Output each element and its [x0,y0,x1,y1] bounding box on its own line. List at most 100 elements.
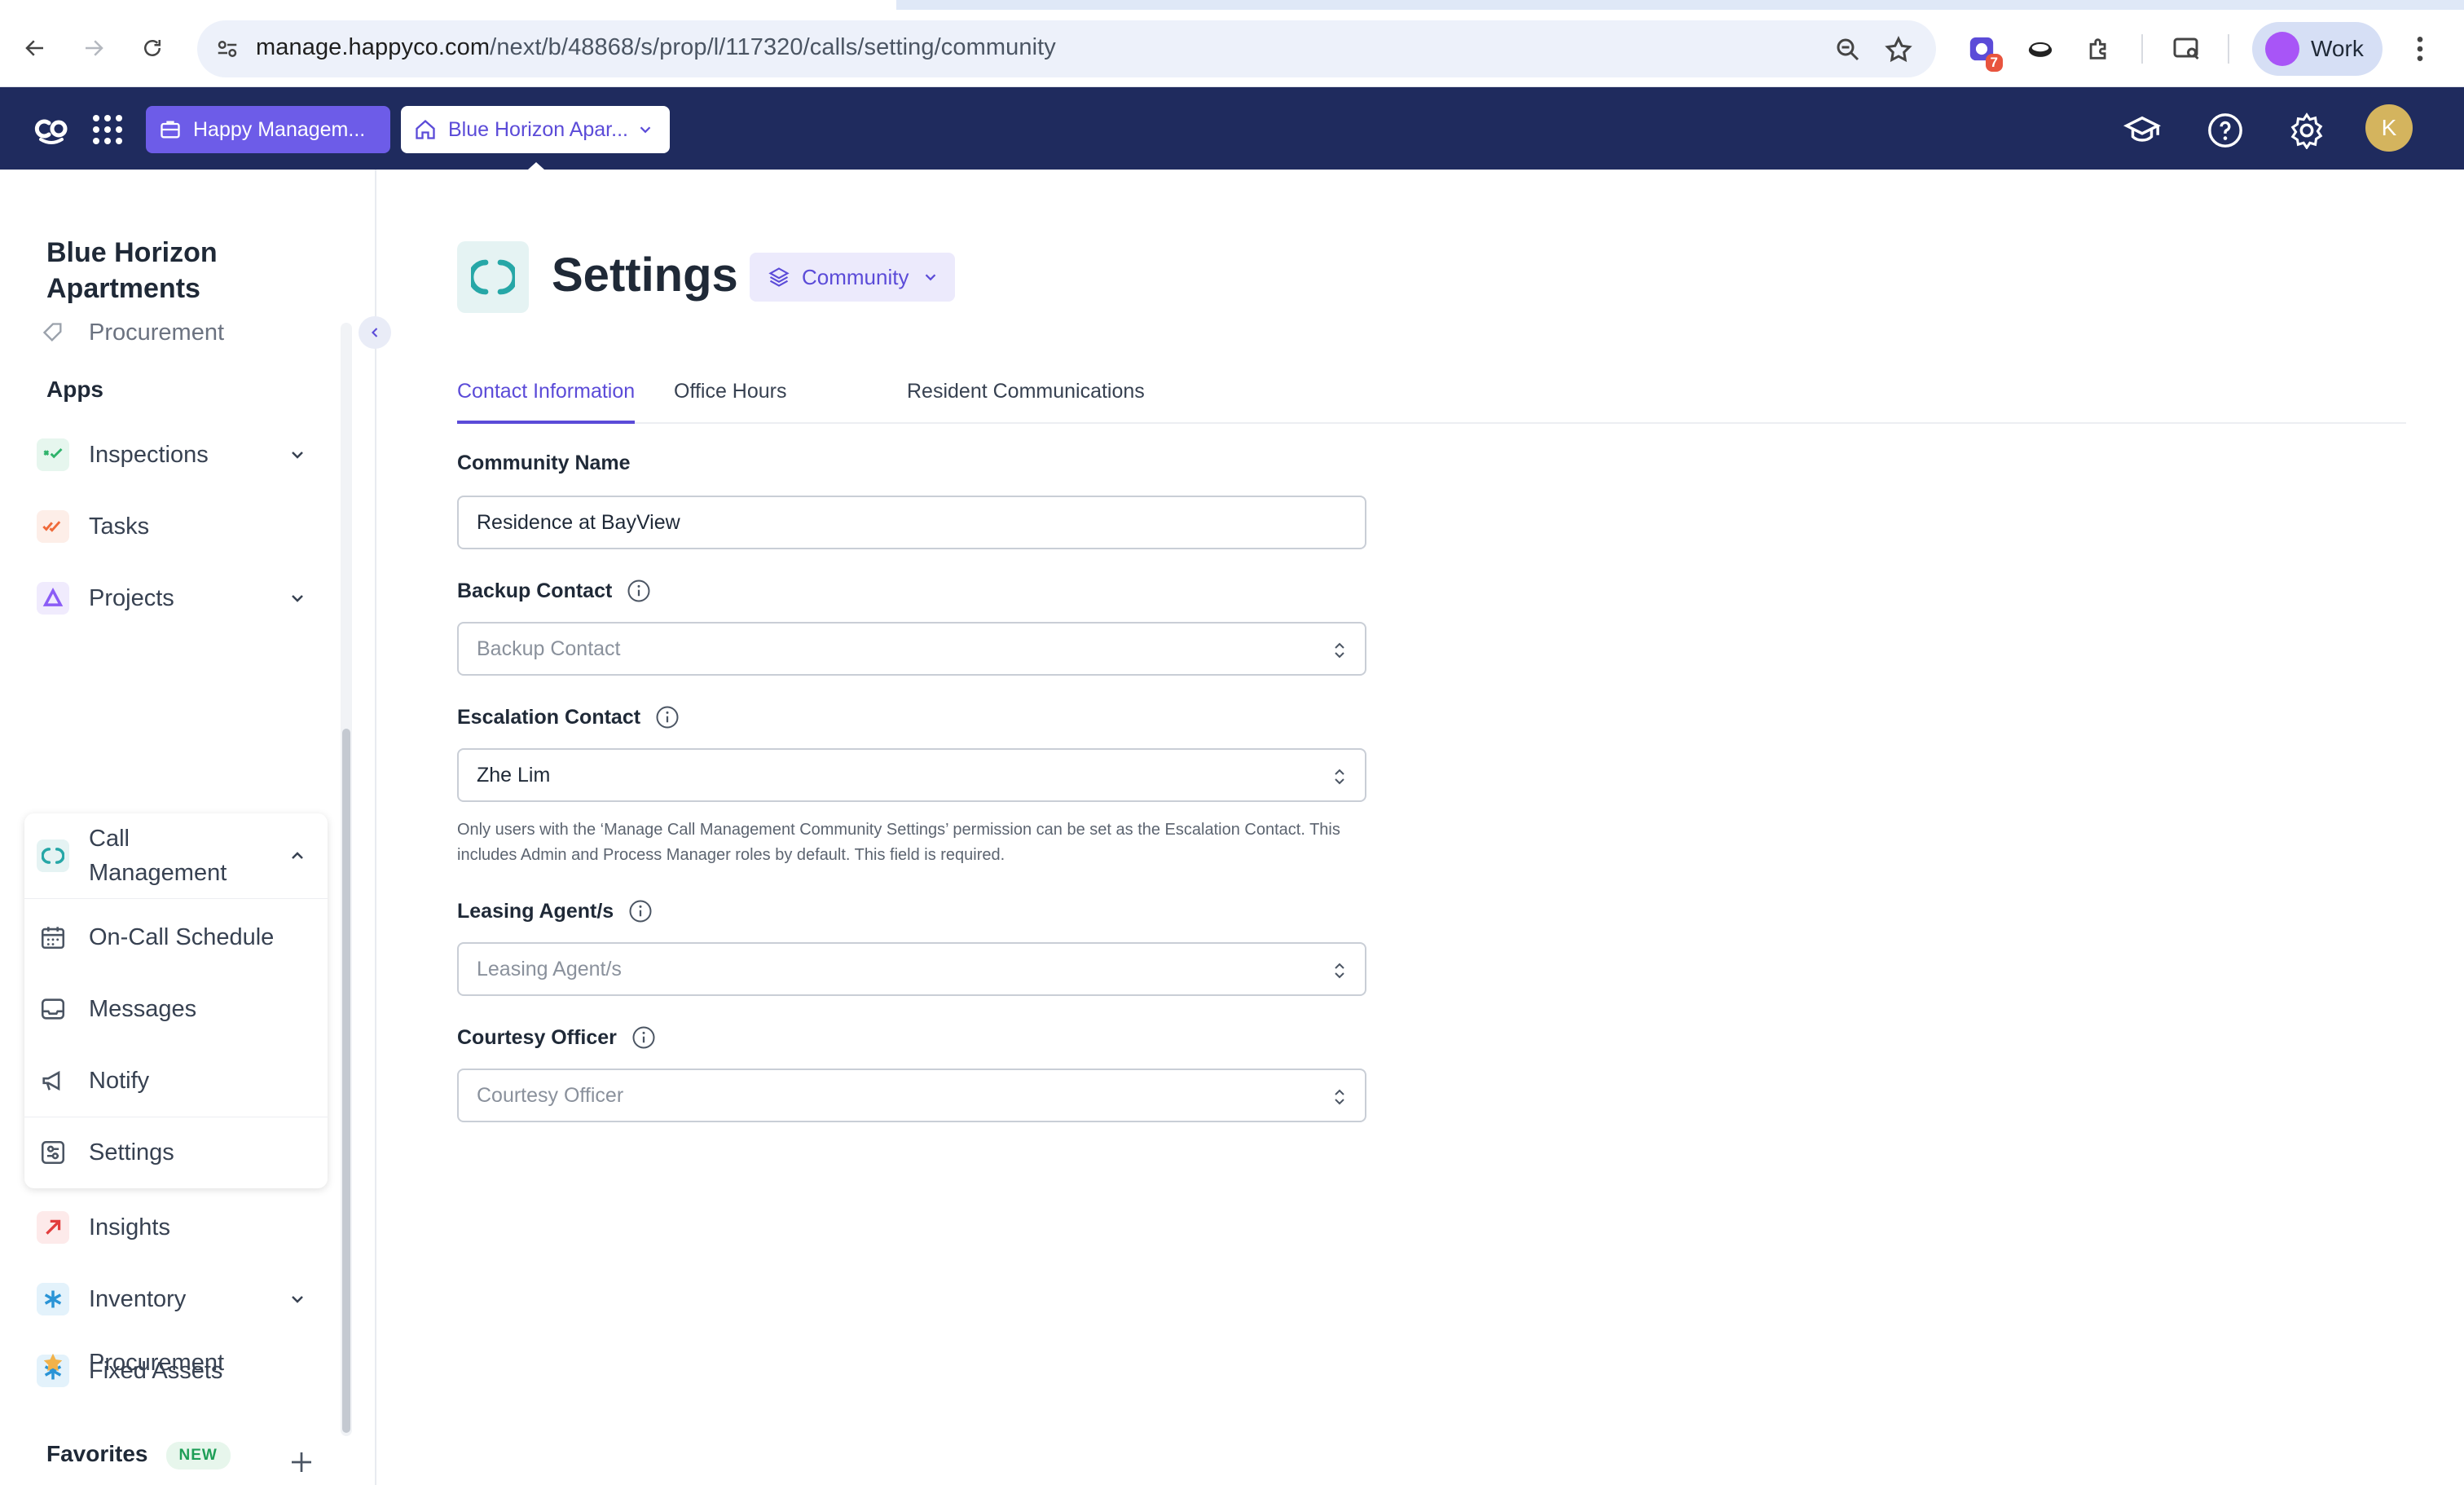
projects-icon [37,582,69,615]
tab-strip [0,0,2464,10]
escalation-help-text: Only users with the ‘Manage Call Managem… [457,821,1340,864]
updown-chevron-icon [1335,642,1344,659]
toolbar-divider [2141,34,2143,64]
site-info-icon[interactable] [215,37,240,61]
sidebar-item-label: Messages [89,995,197,1022]
escalation-contact-label: Escalation Contact [457,705,680,729]
sidebar-item-procurement-partial[interactable]: Procurement [37,323,314,359]
organization-switcher[interactable]: Happy Managem... [146,106,390,153]
chevron-up-icon[interactable] [288,846,307,866]
sidebar-item-settings[interactable]: Settings [37,1126,314,1179]
group-divider [24,898,328,899]
favorites-section-title: Favorites NEW [46,1441,231,1470]
sidebar-item-inventory[interactable]: Inventory [37,1273,314,1325]
reload-button[interactable] [134,29,171,67]
home-icon [416,119,435,139]
sidebar-item-label: Settings [89,1139,174,1166]
profile-button[interactable]: Work [2252,22,2383,76]
scope-label: Community [802,264,909,289]
sidebar: Blue Horizon Apartments Procurement Apps… [0,170,376,1485]
add-favorite-icon[interactable] [287,1448,316,1477]
apps-section-title: Apps [46,377,103,402]
gear-icon[interactable] [2288,112,2325,149]
sliders-icon [37,1136,69,1169]
scope-selector[interactable]: Community [750,253,955,302]
info-icon[interactable] [631,1025,656,1050]
leasing-agents-select[interactable]: Leasing Agent/s [457,942,1366,996]
extension-button[interactable]: 7 [1965,33,2003,72]
escalation-contact-select[interactable]: Zhe Lim [457,748,1366,802]
sidebar-item-label: Procurement [89,323,225,346]
leasing-agents-placeholder: Leasing Agent/s [477,957,622,980]
megaphone-icon [37,1064,69,1097]
tab-resident-communications[interactable]: Resident Communications [907,375,1145,424]
calendar-icon [37,921,69,954]
app-launcher-icon[interactable] [91,113,124,146]
info-icon[interactable] [627,579,651,603]
tab-office-hours[interactable]: Office Hours [674,375,786,424]
inspections-icon [37,438,69,471]
graduation-cap-icon[interactable] [2123,112,2161,149]
app-header: Happy Managem... Blue Horizon Apar... [0,87,2464,170]
courtesy-officer-select[interactable]: Courtesy Officer [457,1069,1366,1122]
star-icon [37,1346,69,1379]
chevron-down-icon[interactable] [288,588,307,608]
help-icon[interactable] [2207,112,2244,149]
sidebar-item-call-management[interactable]: Call Management [37,820,314,892]
chevron-left-icon [372,328,378,337]
happyco-logo-icon[interactable] [31,108,72,149]
courtesy-officer-placeholder: Courtesy Officer [477,1083,624,1107]
active-browser-tab[interactable] [0,0,896,10]
tab-search-button[interactable] [2171,33,2203,65]
info-icon[interactable] [655,705,680,729]
property-switcher[interactable]: Blue Horizon Apar... [401,106,670,153]
sidebar-item-notify[interactable]: Notify [37,1055,314,1107]
user-avatar[interactable]: K [2365,104,2413,152]
forward-button[interactable] [75,29,112,67]
address-bar[interactable]: manage.happyco.com/next/b/48868/s/prop/l… [197,20,1936,77]
back-arrow-icon [25,40,43,56]
sidebar-item-messages[interactable]: Messages [37,983,314,1035]
extension-button-2[interactable] [2024,33,2057,65]
sidebar-scrollbar-thumb[interactable] [342,729,350,1433]
profile-avatar [2265,32,2299,66]
tag-icon [37,323,69,349]
tab-search-icon [2173,37,2199,60]
sidebar-item-inspections[interactable]: Inspections [37,429,314,481]
community-name-label: Community Name [457,452,631,474]
backup-contact-select[interactable]: Backup Contact [457,622,1366,676]
favorites-title: Favorites [46,1441,148,1466]
bookmark-star-icon[interactable] [1884,35,1913,64]
browser-menu-icon[interactable] [2404,31,2436,67]
favorite-item-procurement[interactable]: Procurement [37,1337,314,1389]
url-text: manage.happyco.com/next/b/48868/s/prop/l… [256,34,1056,60]
organization-label: Happy Managem... [193,117,366,141]
community-name-input[interactable]: Residence at BayView [457,496,1366,549]
favorite-item-label: Procurement [89,1349,225,1376]
settings-tabs: Contact Information Office Hours Residen… [457,375,2406,424]
back-button[interactable] [16,29,54,67]
sidebar-item-tasks[interactable]: Tasks [37,500,314,553]
puzzle-icon [2089,38,2106,59]
main-content: Settings Community Contact Information O… [376,170,2464,1485]
extension-badge: 7 [1985,54,2003,72]
extensions-menu-button[interactable] [2083,33,2115,65]
info-icon[interactable] [628,899,653,923]
chevron-down-icon[interactable] [288,1289,307,1309]
chevron-down-icon[interactable] [288,445,307,465]
property-label: Blue Horizon Apar... [448,117,628,141]
zoom-icon[interactable] [1833,35,1863,64]
toolbar-divider-2 [2228,34,2229,64]
browser-chrome: manage.happyco.com/next/b/48868/s/prop/l… [0,0,2464,87]
new-badge: NEW [165,1441,231,1470]
sidebar-item-on-call-schedule[interactable]: On-Call Schedule [37,911,314,963]
collapse-sidebar-button[interactable] [359,316,391,349]
insights-icon [37,1211,69,1244]
sidebar-item-insights[interactable]: Insights [37,1201,314,1254]
tab-contact-information[interactable]: Contact Information [457,375,636,424]
call-management-group: Call Management On-Call Schedule Message… [24,813,328,1188]
chevron-down-icon [926,274,936,281]
sidebar-item-label: On-Call Schedule [89,923,275,950]
page-title: Settings [552,249,738,302]
sidebar-item-projects[interactable]: Projects [37,572,314,624]
